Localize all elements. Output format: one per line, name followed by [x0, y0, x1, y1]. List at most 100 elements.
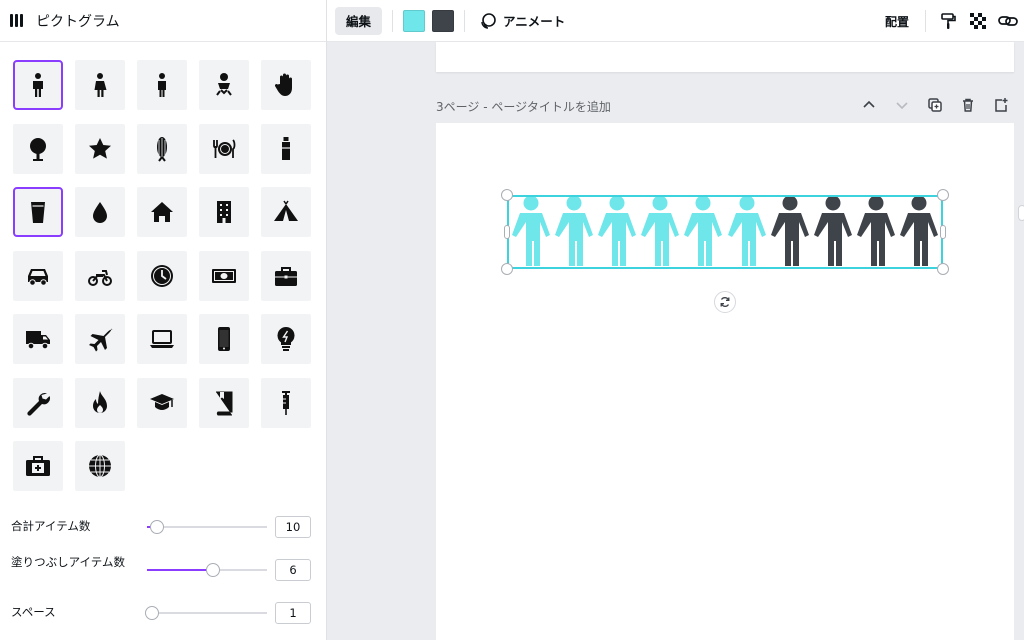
- graduation-cap-icon: [150, 393, 174, 410]
- water-drop-icon: [93, 202, 107, 223]
- edit-button[interactable]: 編集: [335, 6, 383, 35]
- wrench-icon: [27, 392, 50, 416]
- add-page-icon[interactable]: [992, 96, 1010, 114]
- resize-handle-left[interactable]: [504, 225, 510, 239]
- smartphone-icon: [218, 327, 230, 351]
- pictogram-option[interactable]: [199, 250, 249, 301]
- filled-items-slider-thumb[interactable]: [206, 563, 220, 577]
- pictogram-grid: [13, 60, 313, 491]
- man-icon: [158, 73, 166, 97]
- pictogram-option[interactable]: [199, 60, 249, 110]
- pictogram-panel: ピクトグラム 合計アイテム数 10 塗りつぶしアイテム数 6 スペース 1: [0, 0, 327, 640]
- motorcycle-icon: [88, 269, 112, 286]
- baby-icon: [216, 73, 232, 96]
- editor-toolbar: 編集 アニメート 配置: [327, 0, 1024, 42]
- fire-icon: [93, 390, 107, 413]
- pictogram-option[interactable]: [75, 60, 125, 110]
- animate-button[interactable]: アニメート: [479, 11, 565, 30]
- animate-label: アニメート: [503, 14, 566, 29]
- page-actions: [860, 96, 1010, 114]
- space-slider-thumb[interactable]: [145, 606, 159, 620]
- pictogram-option[interactable]: [13, 314, 63, 364]
- duplicate-page-icon[interactable]: [926, 96, 944, 114]
- pictogram-option[interactable]: [199, 187, 249, 237]
- bottle-icon: [282, 136, 290, 160]
- clock-icon: [151, 264, 173, 287]
- pictogram-option[interactable]: [261, 377, 311, 428]
- previous-page[interactable]: [436, 42, 1014, 72]
- toolbar-divider: [392, 9, 394, 32]
- pictogram-option[interactable]: [13, 187, 63, 237]
- resize-handle-bottom-right[interactable]: [937, 263, 949, 275]
- tent-icon: [274, 200, 298, 221]
- pictogram-option[interactable]: [137, 250, 187, 301]
- resize-handle-top-right[interactable]: [937, 189, 949, 201]
- briefcase-icon: [275, 266, 297, 286]
- pictogram-option[interactable]: [75, 250, 125, 301]
- pictogram-option[interactable]: [13, 250, 63, 301]
- resize-handle-right[interactable]: [940, 225, 946, 239]
- person-icon: [33, 73, 43, 97]
- fill-color-swatch[interactable]: [403, 9, 426, 32]
- chevron-down-icon[interactable]: [893, 96, 911, 114]
- pictogram-option[interactable]: [75, 377, 125, 428]
- selection-box[interactable]: [507, 195, 943, 269]
- pictogram-option[interactable]: [199, 314, 249, 364]
- total-items-label: 合計アイテム数: [11, 519, 91, 533]
- page-label[interactable]: 3ページ - ページタイトルを追加: [436, 98, 611, 115]
- pictogram-option[interactable]: [261, 60, 311, 110]
- toolbar-divider: [925, 10, 926, 32]
- chevron-up-icon[interactable]: [860, 96, 878, 114]
- animate-icon: [481, 12, 496, 29]
- resize-handle-bottom-left[interactable]: [501, 263, 513, 275]
- money-icon: [212, 268, 236, 283]
- arrange-button[interactable]: 配置: [885, 13, 909, 30]
- book-icon: [216, 391, 233, 415]
- filled-items-input[interactable]: 6: [275, 559, 311, 581]
- empty-color-swatch[interactable]: [432, 9, 455, 32]
- pictogram-option[interactable]: [137, 377, 187, 428]
- pictogram-option[interactable]: [199, 377, 249, 428]
- canvas-edge-handle[interactable]: [1018, 205, 1024, 221]
- pictogram-option[interactable]: [137, 123, 187, 174]
- pictogram-option[interactable]: [261, 314, 311, 364]
- space-input[interactable]: 1: [275, 602, 311, 624]
- filled-items-slider[interactable]: [147, 563, 267, 577]
- transparency-icon[interactable]: [968, 11, 988, 31]
- trash-icon[interactable]: [959, 96, 977, 114]
- pictogram-option[interactable]: [75, 441, 125, 491]
- airplane-icon: [89, 328, 113, 352]
- pictogram-option[interactable]: [261, 187, 311, 237]
- total-items-input[interactable]: 10: [275, 516, 311, 538]
- dining-icon: [213, 138, 236, 158]
- rotate-handle[interactable]: [714, 291, 736, 313]
- total-items-slider[interactable]: [147, 520, 267, 534]
- pictogram-option[interactable]: [137, 187, 187, 237]
- house-icon: [151, 202, 173, 222]
- star-icon: [89, 137, 111, 159]
- resize-handle-top-left[interactable]: [501, 189, 513, 201]
- space-slider[interactable]: [145, 606, 267, 620]
- pictogram-option[interactable]: [75, 314, 125, 364]
- hand-icon: [274, 73, 292, 96]
- first-aid-kit-icon: [26, 456, 50, 476]
- paint-roller-icon[interactable]: [938, 11, 958, 31]
- pictogram-option[interactable]: [13, 60, 63, 110]
- pictogram-option[interactable]: [75, 123, 125, 174]
- pictogram-option[interactable]: [261, 123, 311, 174]
- pictogram-option[interactable]: [13, 123, 63, 174]
- pictogram-option[interactable]: [13, 441, 63, 491]
- pictogram-option[interactable]: [137, 314, 187, 364]
- link-icon[interactable]: [998, 11, 1018, 31]
- pictogram-option[interactable]: [261, 250, 311, 301]
- tree-icon: [30, 137, 46, 161]
- pictogram-option[interactable]: [13, 377, 63, 428]
- car-icon: [28, 268, 48, 286]
- pictogram-option[interactable]: [75, 187, 125, 237]
- total-items-slider-thumb[interactable]: [150, 520, 164, 534]
- pictogram-option[interactable]: [199, 123, 249, 174]
- woman-icon: [94, 73, 107, 97]
- total-items-control: 合計アイテム数 10: [11, 512, 315, 542]
- truck-icon: [26, 331, 50, 350]
- pictogram-option[interactable]: [137, 60, 187, 110]
